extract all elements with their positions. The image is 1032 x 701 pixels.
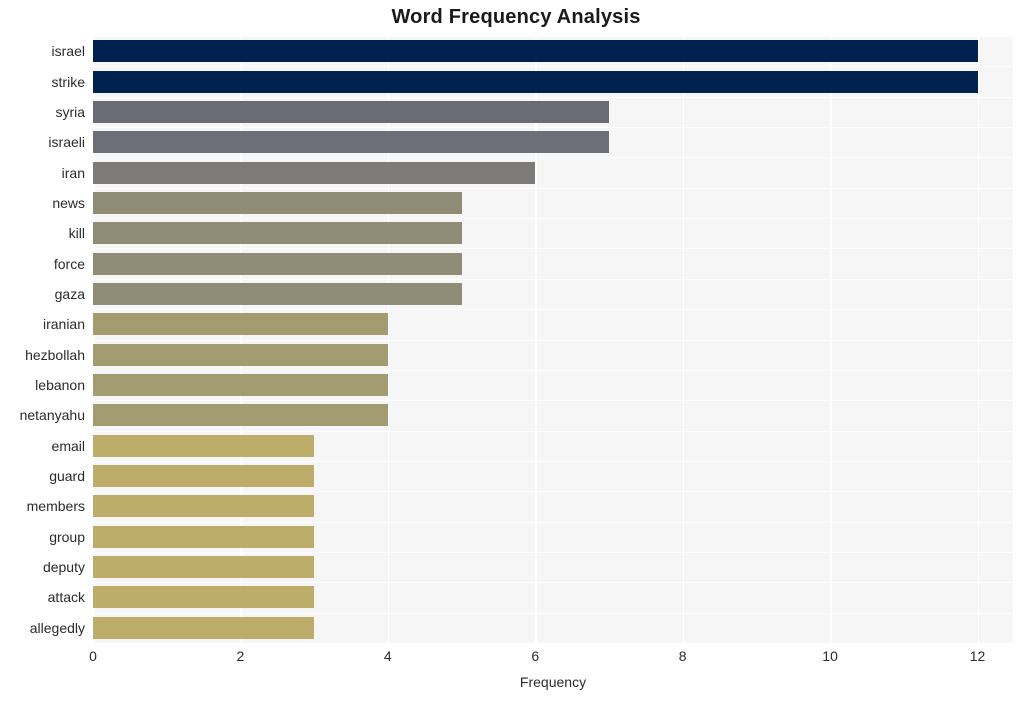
gridline-vertical: [977, 36, 979, 643]
gridline-horizontal: [93, 643, 1013, 644]
bar[interactable]: [93, 343, 388, 366]
gridline-horizontal: [93, 491, 1013, 493]
bar[interactable]: [93, 586, 315, 609]
gridline-horizontal: [93, 248, 1013, 250]
y-tick-label: israeli: [48, 134, 85, 151]
bar[interactable]: [93, 70, 978, 93]
bar[interactable]: [93, 556, 315, 579]
gridline-horizontal: [93, 430, 1013, 432]
bar[interactable]: [93, 131, 609, 154]
gridline-vertical: [535, 36, 537, 643]
y-tick-label: hezbollah: [25, 346, 85, 363]
gridline-vertical: [830, 36, 832, 643]
bar[interactable]: [93, 100, 609, 123]
bar[interactable]: [93, 465, 315, 488]
y-tick-label: iranian: [42, 316, 85, 333]
gridline-horizontal: [93, 460, 1013, 462]
bar[interactable]: [93, 313, 388, 336]
y-tick-label: members: [26, 498, 85, 515]
gridline-horizontal: [93, 551, 1013, 553]
y-tick-label: allegedly: [29, 619, 85, 636]
gridline-vertical: [93, 36, 95, 643]
bar[interactable]: [93, 525, 315, 548]
gridline-horizontal: [93, 582, 1013, 584]
x-tick-label: 12: [969, 648, 986, 664]
y-tick-label: lebanon: [35, 377, 85, 394]
y-tick-label: group: [49, 528, 85, 545]
y-tick-label: force: [53, 255, 85, 272]
x-tick-label: 0: [89, 648, 97, 664]
bar[interactable]: [93, 434, 315, 457]
y-tick-label: email: [51, 437, 85, 454]
bar[interactable]: [93, 222, 462, 245]
chart-title: Word Frequency Analysis: [391, 6, 641, 28]
y-tick-label: attack: [47, 589, 85, 606]
y-tick-label: strike: [51, 73, 85, 90]
y-tick-label: news: [52, 194, 85, 211]
bar[interactable]: [93, 191, 462, 214]
x-tick-label: 10: [822, 648, 838, 664]
bar[interactable]: [93, 404, 388, 427]
gridline-horizontal: [93, 127, 1013, 129]
gridline-vertical: [682, 36, 685, 643]
bar[interactable]: [93, 495, 315, 518]
gridline-horizontal: [93, 339, 1013, 341]
y-tick-label: gaza: [54, 285, 85, 302]
x-tick-label: 2: [236, 648, 245, 664]
bar[interactable]: [93, 161, 536, 184]
gridline-horizontal: [93, 157, 1013, 159]
x-tick-label: 6: [531, 648, 540, 664]
y-tick-label: deputy: [42, 559, 85, 576]
bar[interactable]: [93, 252, 462, 275]
gridline-horizontal: [93, 36, 1013, 37]
gridline-horizontal: [93, 612, 1013, 614]
bar[interactable]: [93, 616, 315, 639]
gridline-horizontal: [93, 187, 1013, 189]
gridline-vertical: [240, 36, 242, 643]
gridline-horizontal: [93, 278, 1013, 280]
x-tick-label: 8: [678, 648, 687, 664]
x-axis-label: Frequency: [519, 674, 587, 690]
bar[interactable]: [93, 374, 388, 397]
y-tick-label: syria: [55, 103, 85, 120]
y-tick-label: netanyahu: [19, 407, 85, 424]
gridline-vertical: [387, 36, 390, 643]
gridline-horizontal: [93, 400, 1013, 402]
gridline-horizontal: [93, 521, 1013, 523]
plot-area: [93, 36, 1013, 644]
bar[interactable]: [93, 40, 978, 63]
y-tick-label: iran: [61, 164, 85, 181]
gridline-horizontal: [93, 309, 1013, 311]
bar[interactable]: [93, 282, 462, 305]
gridline-horizontal: [93, 66, 1013, 68]
y-tick-label: israel: [51, 43, 85, 60]
gridline-horizontal: [93, 369, 1013, 371]
word-frequency-chart: Word Frequency Analysis israel strike syri…: [0, 0, 1032, 701]
y-tick-label: guard: [49, 468, 85, 485]
gridline-horizontal: [93, 96, 1013, 98]
x-tick-label: 4: [383, 648, 392, 664]
y-tick-label: kill: [68, 225, 85, 242]
gridline-horizontal: [93, 218, 1013, 220]
